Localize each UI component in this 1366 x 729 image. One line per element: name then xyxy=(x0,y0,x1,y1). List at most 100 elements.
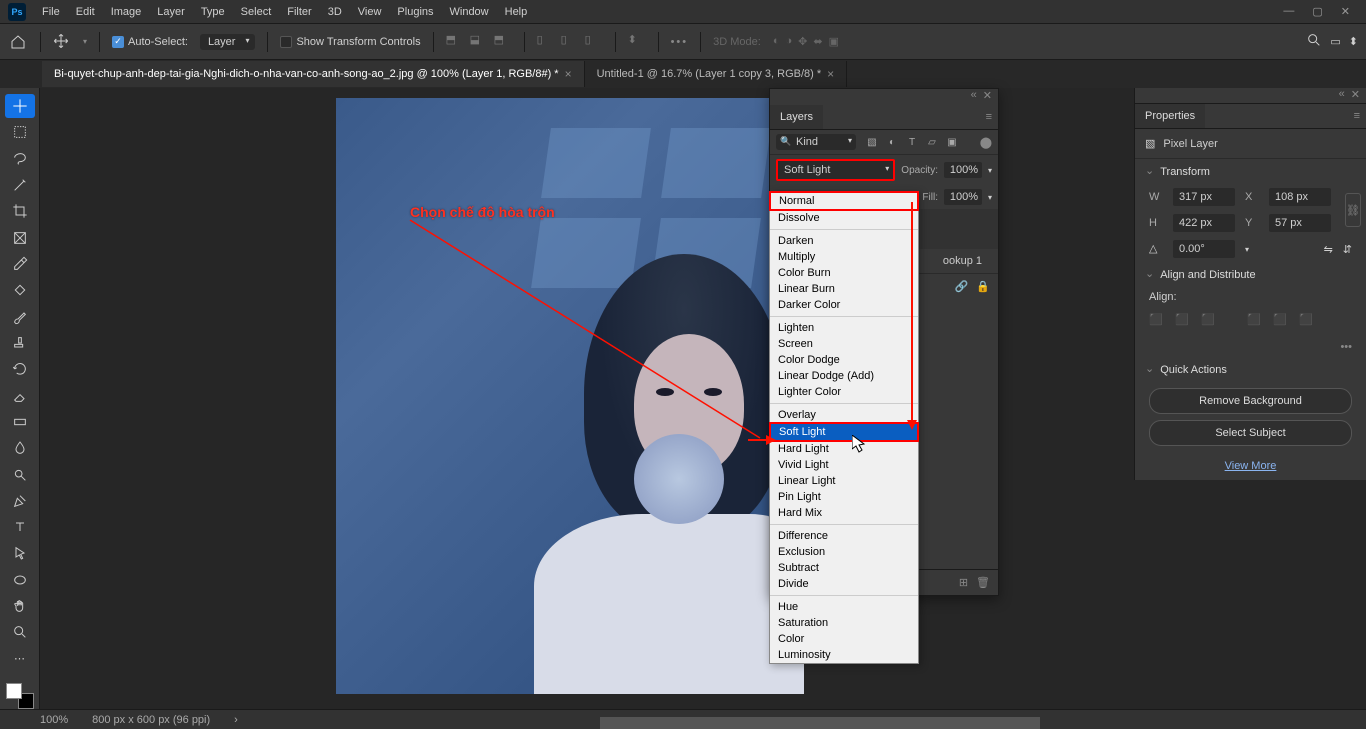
auto-select-target-dropdown[interactable]: Layer xyxy=(200,34,256,50)
document-tab-1[interactable]: Bi-quyet-chup-anh-dep-tai-gia-Nghi-dich-… xyxy=(42,61,585,87)
history-brush-tool[interactable] xyxy=(5,357,35,381)
pen-tool[interactable] xyxy=(5,489,35,513)
3d-slide-icon[interactable]: ⬌ xyxy=(813,35,822,48)
path-selection-tool[interactable] xyxy=(5,541,35,565)
menu-view[interactable]: View xyxy=(350,2,390,22)
blend-multiply[interactable]: Multiply xyxy=(770,249,918,265)
distribute-spacing-icon[interactable]: ⬍ xyxy=(628,33,646,51)
lock-icon[interactable]: 🔒 xyxy=(976,280,990,293)
hand-tool[interactable] xyxy=(5,594,35,618)
quick-actions-header[interactable]: Quick Actions xyxy=(1135,357,1366,382)
align-top-icon[interactable]: ⬒ xyxy=(446,33,464,51)
workspace-switcher-icon[interactable]: ▭ xyxy=(1330,35,1340,48)
align-hcenters-icon[interactable]: ⬛ xyxy=(1175,313,1193,331)
align-bottom-icon[interactable]: ⬒ xyxy=(494,33,512,51)
panel-close-icon[interactable]: ✕ xyxy=(983,89,992,105)
blend-difference[interactable]: Difference xyxy=(770,528,918,544)
stamp-tool[interactable] xyxy=(5,331,35,355)
frame-tool[interactable] xyxy=(5,226,35,250)
layer-filter-kind-dropdown[interactable]: Kind xyxy=(776,134,856,150)
status-flyout-icon[interactable]: › xyxy=(234,714,238,726)
blend-colordodge[interactable]: Color Dodge xyxy=(770,352,918,368)
menu-edit[interactable]: Edit xyxy=(68,2,103,22)
fill-input[interactable]: 100% xyxy=(944,189,982,205)
blend-normal[interactable]: Normal xyxy=(769,191,919,211)
3d-roll-icon[interactable]: ◑ xyxy=(786,35,793,48)
share-icon[interactable]: ⬍ xyxy=(1349,35,1358,48)
auto-select-checkbox[interactable]: ✓Auto-Select: xyxy=(112,36,188,48)
align-bottom-edges-icon[interactable]: ⬛ xyxy=(1299,313,1317,331)
eraser-tool[interactable] xyxy=(5,383,35,407)
blend-hardlight[interactable]: Hard Light xyxy=(770,441,918,457)
rotation-input[interactable]: 0.00° xyxy=(1173,240,1235,258)
shape-tool[interactable] xyxy=(5,568,35,592)
filter-adjustment-icon[interactable]: ◐ xyxy=(884,134,900,150)
transform-section-header[interactable]: Transform xyxy=(1135,159,1366,184)
blend-dissolve[interactable]: Dissolve xyxy=(770,210,918,226)
3d-zoom-icon[interactable]: ▣ xyxy=(829,35,839,48)
panel-collapse-icon[interactable]: « xyxy=(1339,88,1345,103)
blur-tool[interactable] xyxy=(5,436,35,460)
align-vcenters-icon[interactable]: ⬛ xyxy=(1273,313,1291,331)
fill-flyout-icon[interactable]: ▾ xyxy=(988,193,992,202)
blend-hardmix[interactable]: Hard Mix xyxy=(770,505,918,521)
3d-orbit-icon[interactable]: ◐ xyxy=(773,35,780,48)
menu-file[interactable]: File xyxy=(34,2,68,22)
blend-lighten[interactable]: Lighten xyxy=(770,320,918,336)
magic-wand-tool[interactable] xyxy=(5,173,35,197)
align-right-edges-icon[interactable]: ⬛ xyxy=(1201,313,1219,331)
edit-toolbar[interactable]: ⋯ xyxy=(5,647,35,671)
lasso-tool[interactable] xyxy=(5,147,35,171)
panel-menu-icon[interactable]: ≡ xyxy=(1348,104,1366,128)
layers-tab[interactable]: Layers xyxy=(770,105,823,129)
menu-type[interactable]: Type xyxy=(193,2,233,22)
document-tab-2[interactable]: Untitled-1 @ 16.7% (Layer 1 copy 3, RGB/… xyxy=(585,61,848,87)
color-swatches[interactable] xyxy=(6,683,34,709)
align-left-edges-icon[interactable]: ⬛ xyxy=(1149,313,1167,331)
more-options-icon[interactable]: ••• xyxy=(671,36,689,48)
new-layer-icon[interactable]: ⊞ xyxy=(959,576,968,589)
gradient-tool[interactable] xyxy=(5,410,35,434)
align-hcenter-icon[interactable]: ▯ xyxy=(561,33,579,51)
healing-tool[interactable] xyxy=(5,278,35,302)
show-transform-checkbox[interactable]: Show Transform Controls xyxy=(280,36,420,48)
more-align-options-icon[interactable]: ••• xyxy=(1135,337,1366,357)
menu-3d[interactable]: 3D xyxy=(320,2,350,22)
3d-pan-icon[interactable]: ✥ xyxy=(798,35,807,48)
flip-horizontal-icon[interactable]: ⇋ xyxy=(1324,243,1333,256)
window-close-icon[interactable]: ✕ xyxy=(1341,5,1350,18)
dodge-tool[interactable] xyxy=(5,462,35,486)
blend-color[interactable]: Color xyxy=(770,631,918,647)
align-top-edges-icon[interactable]: ⬛ xyxy=(1247,313,1265,331)
move-tool-icon[interactable] xyxy=(53,33,71,51)
window-maximize-icon[interactable]: ▢ xyxy=(1312,5,1322,18)
blend-colorburn[interactable]: Color Burn xyxy=(770,265,918,281)
align-section-header[interactable]: Align and Distribute xyxy=(1135,262,1366,287)
align-left-icon[interactable]: ▯ xyxy=(537,33,555,51)
opacity-flyout-icon[interactable]: ▾ xyxy=(988,166,992,175)
blend-screen[interactable]: Screen xyxy=(770,336,918,352)
blend-linearburn[interactable]: Linear Burn xyxy=(770,281,918,297)
blend-mode-dropdown[interactable]: Soft Light xyxy=(776,159,895,181)
zoom-level[interactable]: 100% xyxy=(40,714,68,726)
blend-exclusion[interactable]: Exclusion xyxy=(770,544,918,560)
menu-layer[interactable]: Layer xyxy=(149,2,193,22)
panel-menu-icon[interactable]: ≡ xyxy=(980,105,998,129)
filter-type-icon[interactable]: T xyxy=(904,134,920,150)
blend-darkercolor[interactable]: Darker Color xyxy=(770,297,918,313)
menu-image[interactable]: Image xyxy=(103,2,150,22)
blend-hue[interactable]: Hue xyxy=(770,599,918,615)
tab-close-icon[interactable]: × xyxy=(565,67,572,81)
document-canvas[interactable] xyxy=(336,98,804,694)
blend-lightercolor[interactable]: Lighter Color xyxy=(770,384,918,400)
eyedropper-tool[interactable] xyxy=(5,252,35,276)
blend-overlay[interactable]: Overlay xyxy=(770,407,918,423)
horizontal-scrollbar[interactable] xyxy=(600,717,1040,729)
blend-divide[interactable]: Divide xyxy=(770,576,918,592)
width-input[interactable]: 317 px xyxy=(1173,188,1235,206)
x-input[interactable]: 108 px xyxy=(1269,188,1331,206)
select-subject-button[interactable]: Select Subject xyxy=(1149,420,1352,446)
window-minimize-icon[interactable]: — xyxy=(1283,5,1294,18)
blend-darken[interactable]: Darken xyxy=(770,233,918,249)
tab-close-icon[interactable]: × xyxy=(827,67,834,81)
